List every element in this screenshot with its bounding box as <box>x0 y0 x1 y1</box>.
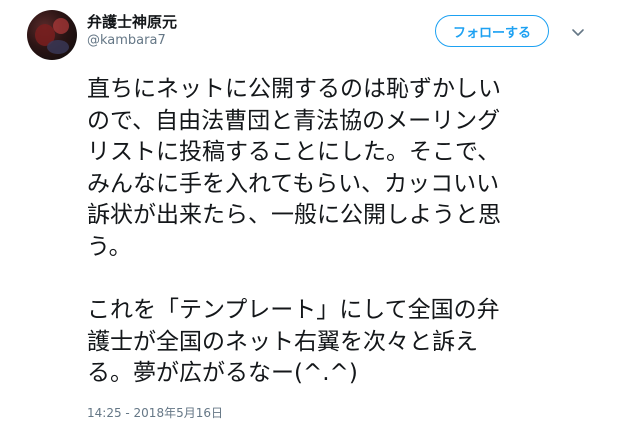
tweet-timestamp[interactable]: 14:25 - 2018年5月16日 <box>87 404 223 421</box>
follow-button-label: フォローする <box>452 25 531 41</box>
paragraph-break <box>87 264 587 296</box>
avatar-shape <box>47 40 69 54</box>
tweet-text-line: リストに投稿することにした。そこで、 <box>87 139 501 166</box>
chevron-down-icon[interactable] <box>568 22 588 42</box>
tweet-text-line: 訴状が出来たら、一般に公開しようと思 <box>87 202 501 229</box>
user-handle[interactable]: @kambara7 <box>87 33 166 48</box>
follow-button[interactable]: フォローする <box>435 15 549 47</box>
tweet-text-line: る。夢が広がるなー(^.^) <box>87 360 358 387</box>
avatar[interactable] <box>27 10 77 60</box>
tweet-card: 弁護士神原元 @kambara7 フォローする 直ちにネットに公開するのは恥ずか… <box>0 0 624 429</box>
tweet-text-line: 直ちにネットに公開するのは恥ずかしい <box>87 76 501 102</box>
display-name[interactable]: 弁護士神原元 <box>87 11 177 32</box>
tweet-text-line: みんなに手を入れてもらい、カッコいい <box>87 170 500 197</box>
tweet-text-line: う。 <box>87 233 132 260</box>
tweet-text-line: ので、自由法曹団と青法協のメーリング <box>87 107 501 134</box>
tweet-text: 直ちにネットに公開するのは恥ずかしい ので、自由法曹団と青法協のメーリング リス… <box>87 74 587 390</box>
chevron-down-icon-graphic <box>572 29 584 36</box>
tweet-text-line: 護士が全国のネット右翼を次々と訴え <box>87 328 478 355</box>
tweet-text-line: これを「テンプレート」にして全国の弁 <box>87 297 500 324</box>
avatar-shape <box>53 18 69 34</box>
